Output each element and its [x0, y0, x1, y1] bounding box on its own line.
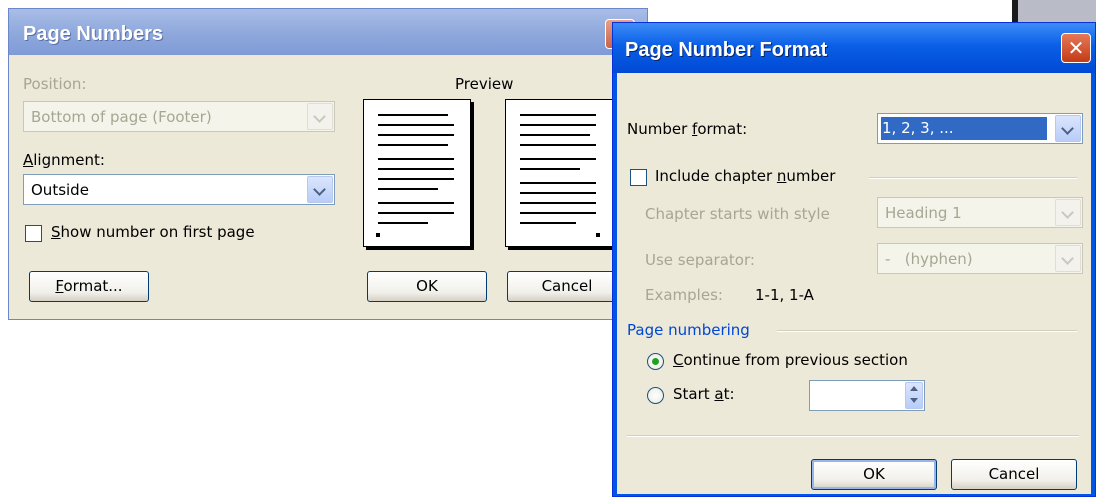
- cancel-button[interactable]: Cancel: [507, 271, 627, 302]
- alignment-dropdown-button[interactable]: [307, 176, 333, 203]
- chevron-down-icon: [1061, 252, 1074, 265]
- page-number-format-body: Number format: 1, 2, 3, ... Include chap…: [617, 73, 1091, 494]
- page-numbers-title: Page Numbers: [23, 23, 164, 45]
- position-dropdown-button: [307, 103, 333, 130]
- number-format-select[interactable]: 1, 2, 3, ...: [877, 113, 1083, 144]
- start-at-radio[interactable]: [647, 387, 664, 404]
- chapter-style-dropdown-button: [1055, 199, 1081, 226]
- separator-label: Use separator:: [645, 251, 755, 269]
- show-first-page-checkbox[interactable]: [25, 225, 42, 242]
- chevron-down-icon: [313, 183, 326, 196]
- format-cancel-button[interactable]: Cancel: [951, 459, 1077, 490]
- chevron-down-icon: [313, 110, 326, 123]
- format-button[interactable]: Format...: [29, 271, 149, 302]
- examples-value: 1-1, 1-A: [755, 286, 814, 304]
- start-at-input[interactable]: [809, 380, 925, 411]
- page-number-marker: [596, 233, 600, 237]
- alignment-label: Alignment:: [23, 151, 105, 169]
- include-chapter-checkbox[interactable]: [630, 169, 647, 186]
- chapter-style-value: Heading 1: [885, 204, 962, 222]
- continue-radio[interactable]: [647, 353, 664, 370]
- spinner-arrows-icon[interactable]: [905, 382, 923, 409]
- alignment-label-rest: lignment:: [33, 151, 105, 169]
- alignment-select[interactable]: Outside: [23, 174, 335, 205]
- chapter-style-label: Chapter starts with style: [645, 205, 830, 223]
- format-ok-button[interactable]: OK: [811, 459, 937, 490]
- group-separator-line: [777, 330, 1077, 332]
- position-select: Bottom of page (Footer): [23, 101, 335, 132]
- number-format-value: 1, 2, 3, ...: [882, 119, 954, 137]
- bottom-separator-line: [627, 435, 1079, 437]
- alignment-value: Outside: [31, 181, 89, 199]
- position-label: Position:: [23, 75, 87, 93]
- separator-dropdown-button: [1055, 245, 1081, 272]
- page-number-format-title: Page Number Format: [625, 39, 828, 61]
- page-numbers-dialog: Page Numbers Position: Bottom of page (F…: [8, 8, 648, 320]
- separator-select: - (hyphen): [877, 243, 1083, 274]
- separator-line: [869, 177, 1077, 179]
- start-at-label: Start at:: [673, 385, 735, 403]
- position-value: Bottom of page (Footer): [31, 108, 212, 126]
- include-chapter-label: Include chapter number: [655, 167, 836, 185]
- chevron-down-icon: [1061, 122, 1074, 135]
- chapter-style-select: Heading 1: [877, 197, 1083, 228]
- preview-page-left: [363, 99, 471, 247]
- page-numbering-group-label: Page numbering: [627, 321, 750, 339]
- show-first-page-label: Show number on first page: [51, 223, 255, 241]
- ok-button[interactable]: OK: [367, 271, 487, 302]
- preview-label: Preview: [455, 75, 514, 93]
- continue-label: Continue from previous section: [673, 351, 908, 369]
- close-icon[interactable]: ✕: [1061, 33, 1091, 63]
- page-number-format-titlebar[interactable]: Page Number Format ✕: [613, 23, 1095, 73]
- page-numbers-titlebar[interactable]: Page Numbers: [9, 9, 647, 55]
- separator-value: - (hyphen): [885, 250, 973, 268]
- page-number-format-dialog: Page Number Format ✕ Number format: 1, 2…: [612, 22, 1096, 497]
- examples-label: Examples:: [645, 286, 723, 304]
- number-format-dropdown-button[interactable]: [1055, 115, 1081, 142]
- page-number-marker: [376, 233, 380, 237]
- chevron-down-icon: [1061, 206, 1074, 219]
- preview-page-right: [505, 99, 613, 247]
- number-format-label: Number format:: [627, 120, 748, 138]
